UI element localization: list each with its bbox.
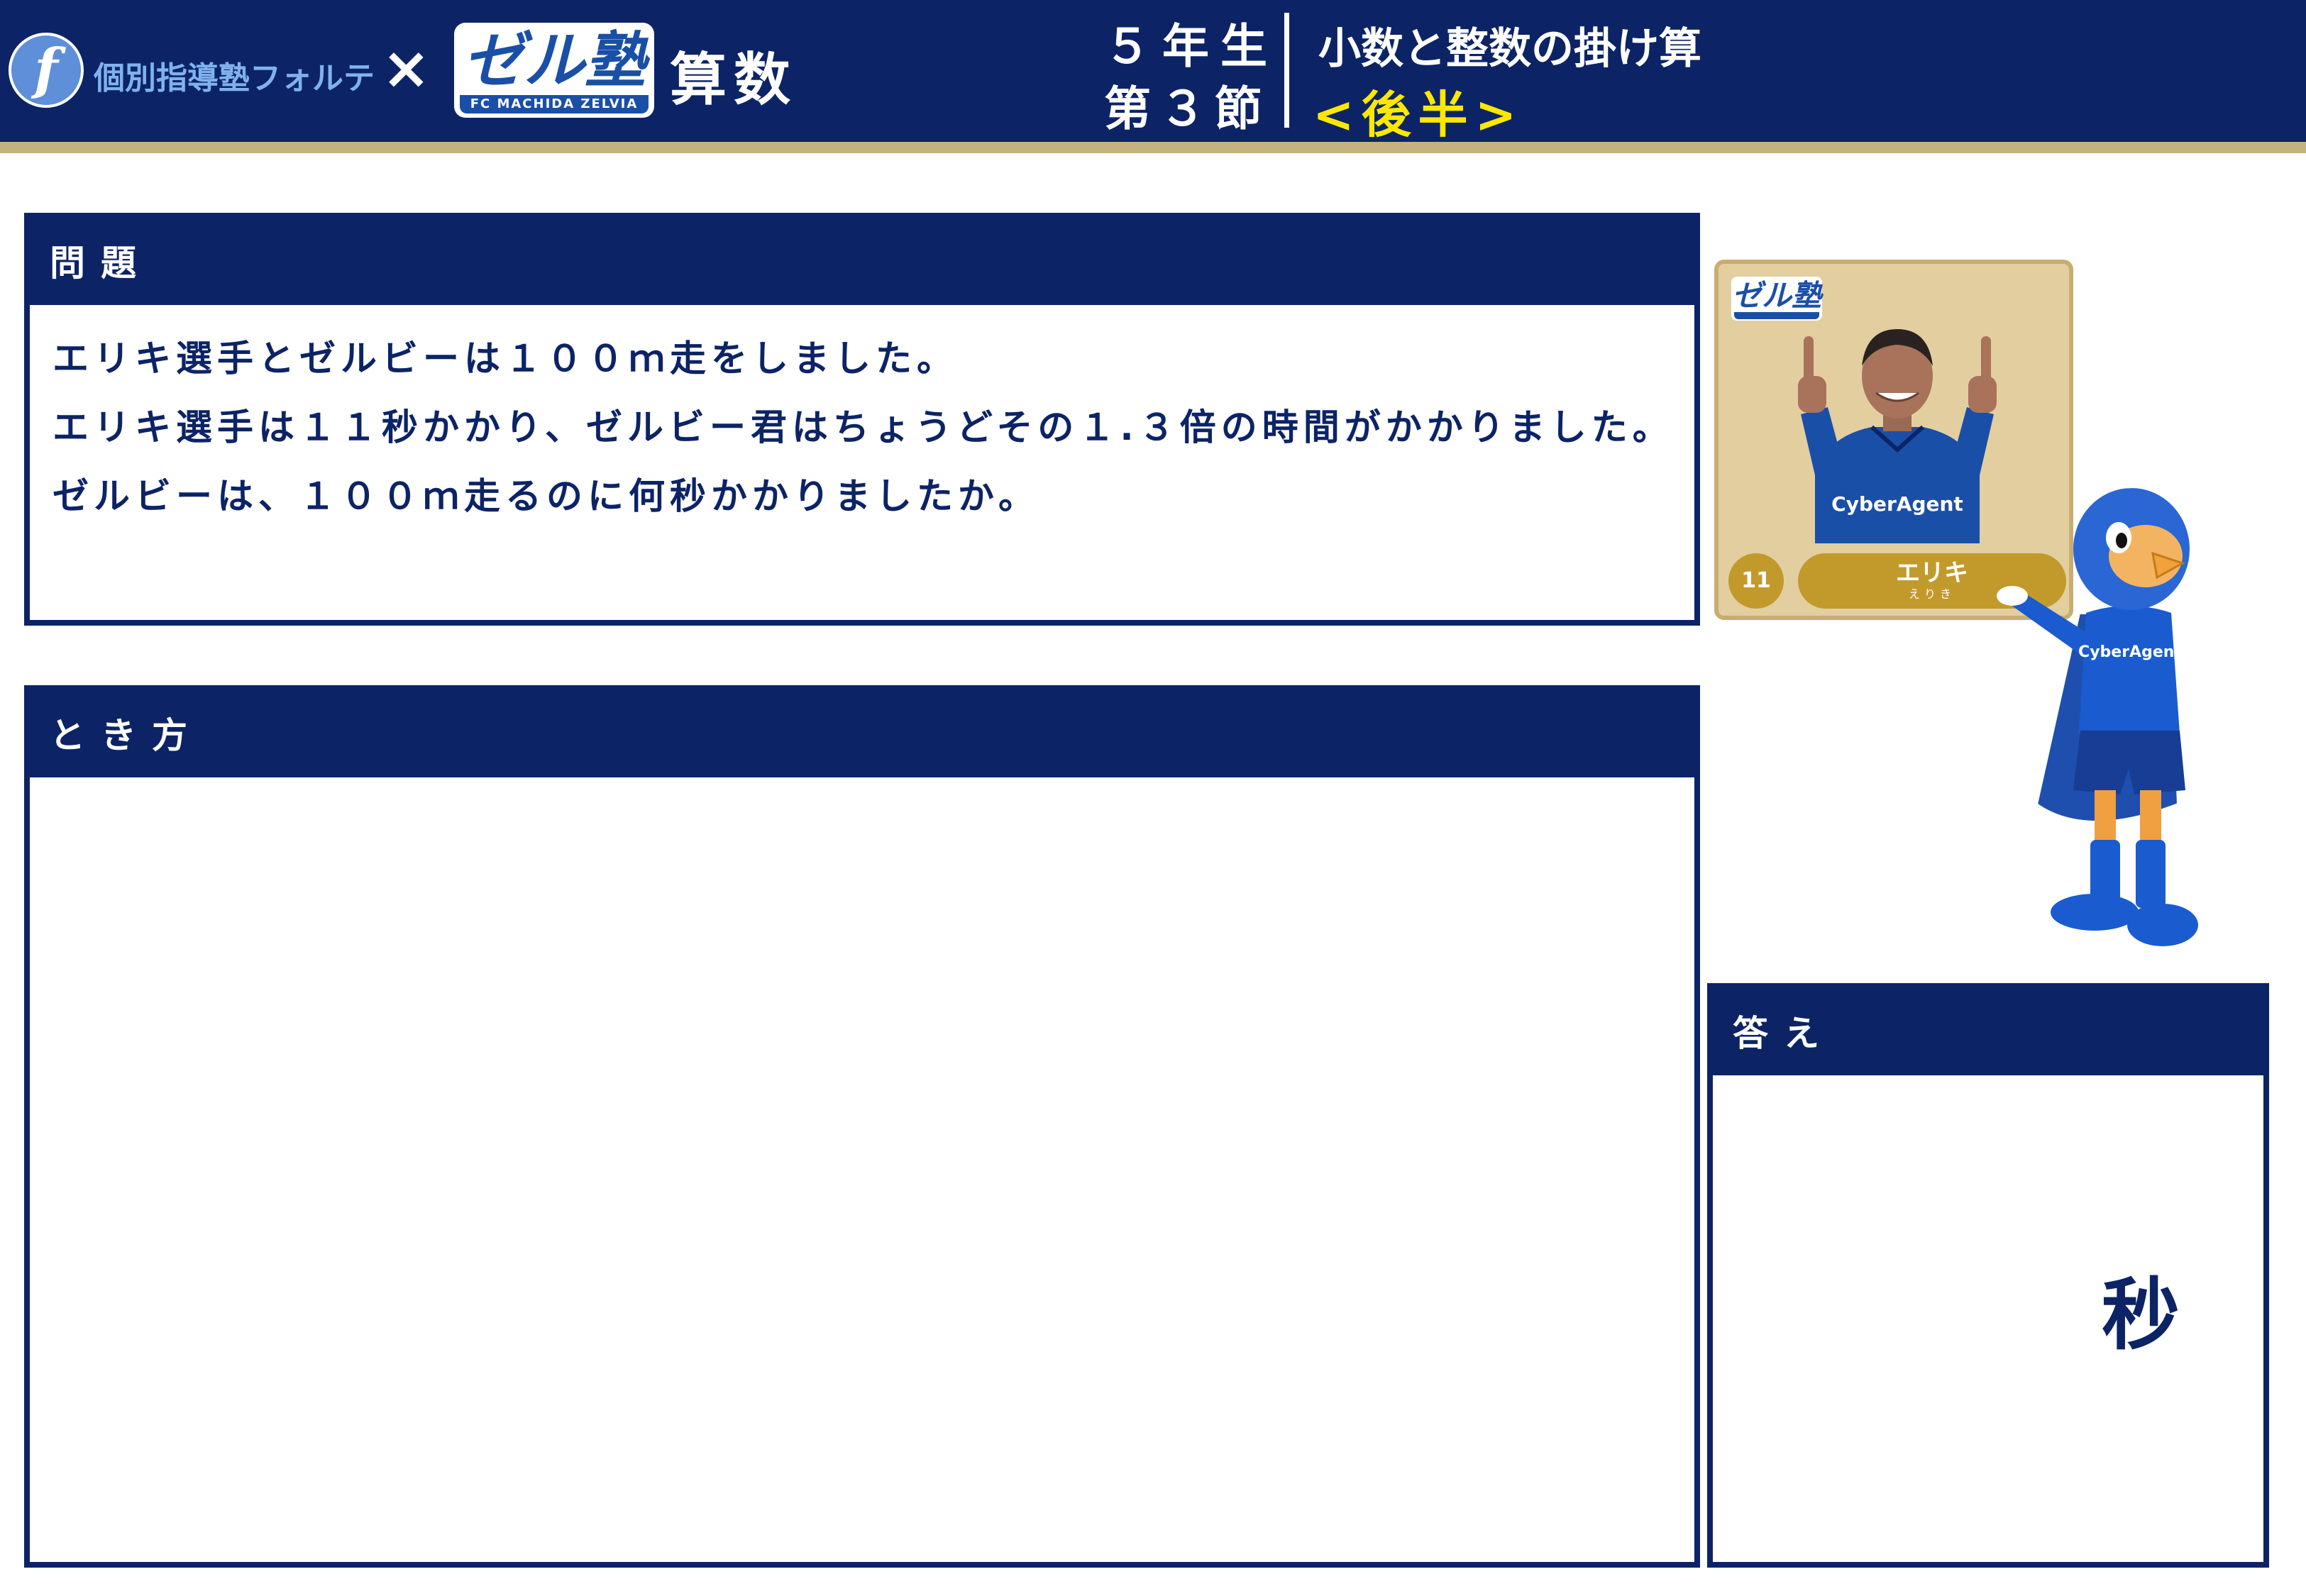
problem-text: エリキ選手とゼルビーは１００ｍ走をしました。 エリキ選手は１１秒かかり、ゼルビー… bbox=[53, 325, 1673, 531]
zel-juku-logo-text: ゼル塾 bbox=[463, 26, 646, 96]
card-jersey-sponsor: CyberAgent bbox=[1831, 492, 1963, 516]
header-stripe bbox=[0, 142, 2306, 153]
header-divider bbox=[1284, 13, 1289, 128]
grade-label: ５年生 bbox=[1104, 19, 1279, 74]
zel-juku-logo: ゼル塾 FC MACHIDA ZELVIA bbox=[454, 23, 654, 118]
subject-label: 算数 bbox=[670, 47, 798, 113]
problem-line: エリキ選手とゼルビーは１００ｍ走をしました。 bbox=[53, 338, 959, 380]
half-label: <後半> bbox=[1313, 86, 1524, 144]
problem-heading: 問題 bbox=[30, 218, 1694, 305]
problem-panel: 問題 エリキ選手とゼルビーは１００ｍ走をしました。 エリキ選手は１１秒かかり、ゼ… bbox=[24, 213, 1700, 626]
answer-panel: 答え 秒 bbox=[1707, 983, 2269, 1568]
zelvie-mascot-icon: CyberAgent bbox=[1997, 480, 2198, 946]
problem-line: ゼルビーは、１００ｍ走るのに何秒かかりましたか。 bbox=[53, 476, 1039, 518]
lesson-label: 第３節 bbox=[1104, 82, 1270, 136]
header-bar: f 個別指導塾フォルテ × ゼル塾 FC MACHIDA ZELVIA 算数 ５… bbox=[0, 0, 2306, 144]
problem-line: エリキ選手は１１秒かかり、ゼルビー君はちょうどその１.３倍の時間がかかりました。 bbox=[53, 407, 1674, 449]
answer-unit: 秒 bbox=[2102, 1270, 2180, 1361]
zel-juku-logo-subtitle: FC MACHIDA ZELVIA bbox=[460, 95, 649, 113]
forte-logo-letter: f bbox=[34, 37, 58, 101]
mascot-jersey-sponsor: CyberAgent bbox=[2078, 643, 2182, 661]
player-photo-icon: CyberAgent bbox=[1798, 329, 1997, 543]
forte-logo-icon: f bbox=[9, 33, 84, 108]
card-number: 11 bbox=[1728, 553, 1784, 609]
school-name: 個別指導塾フォルテ bbox=[94, 60, 375, 96]
method-heading: とき方 bbox=[30, 691, 1694, 777]
answer-heading: 答え bbox=[1713, 989, 2263, 1075]
times-sign: × bbox=[382, 35, 431, 102]
topic-title: 小数と整数の掛け算 bbox=[1318, 24, 1701, 74]
method-panel: とき方 bbox=[24, 685, 1700, 1568]
